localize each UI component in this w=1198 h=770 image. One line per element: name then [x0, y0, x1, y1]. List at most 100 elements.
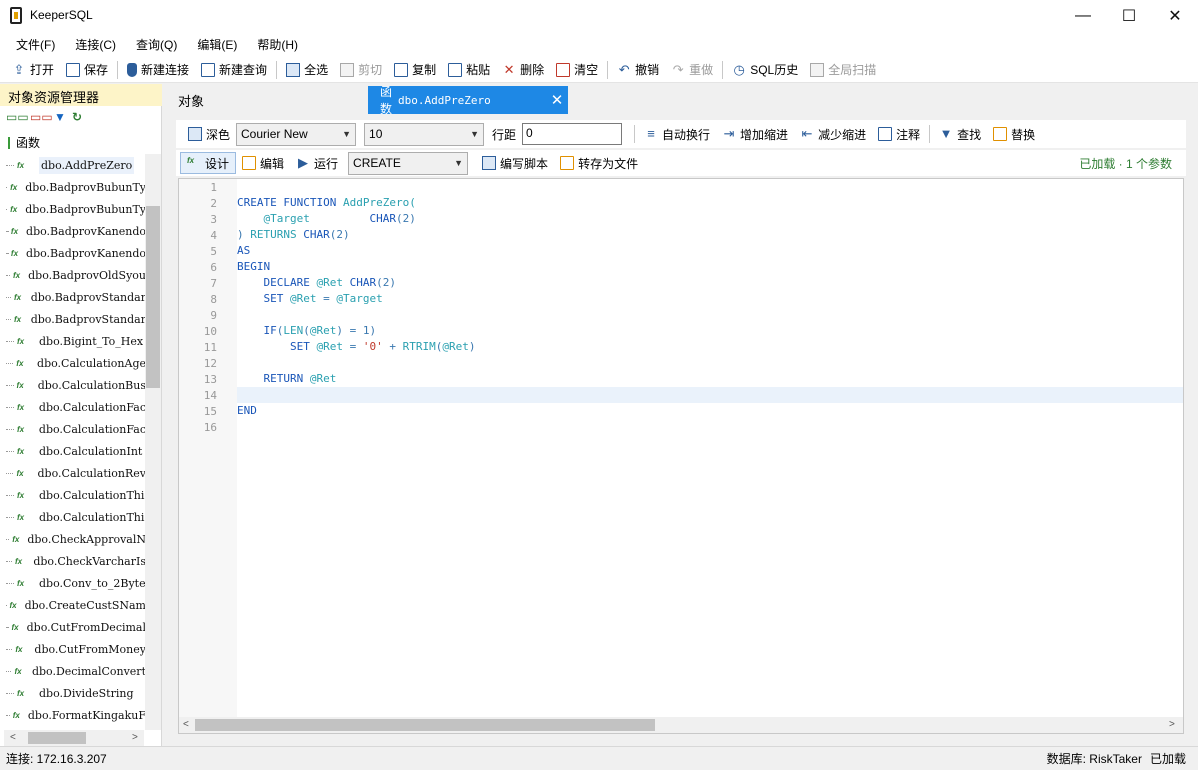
tree-item-function[interactable]: fx dbo.BadprovBubunTy: [6, 176, 146, 198]
function-icon: fx: [11, 622, 19, 632]
tree-item-function[interactable]: fx dbo.BadprovKanendo: [6, 220, 146, 242]
font-select[interactable]: Courier New ▼: [236, 122, 357, 146]
redo-button[interactable]: ↷ 重做: [665, 59, 719, 81]
word-wrap-button[interactable]: ≡ 自动换行: [638, 123, 716, 145]
delete-button[interactable]: ✕ 删除: [496, 59, 550, 81]
save-button[interactable]: 保存: [60, 59, 114, 81]
tree-item-function[interactable]: fx dbo.CalculationFac: [6, 396, 146, 418]
tree-horizontal-scrollbar[interactable]: < >: [4, 730, 144, 746]
decrease-indent-button[interactable]: ⇤ 减少缩进: [794, 123, 872, 145]
sql-history-button[interactable]: ◷ SQL历史: [726, 59, 804, 81]
replace-button[interactable]: 替换: [987, 123, 1041, 145]
maximize-button[interactable]: ☐: [1106, 0, 1152, 31]
font-size-select[interactable]: 10 ▼: [364, 122, 485, 146]
paste-button[interactable]: 粘贴: [442, 59, 496, 81]
tree-vertical-scrollbar[interactable]: [145, 154, 161, 730]
filter-icon[interactable]: ▼: [54, 111, 66, 123]
tree-item-function[interactable]: fx dbo.CutFromMoney: [6, 638, 146, 660]
tree-item-function[interactable]: fx dbo.CalculationInt: [6, 440, 146, 462]
tree-item-function[interactable]: fx dbo.BadprovKanendo: [6, 242, 146, 264]
open-button[interactable]: ⇪ 打开: [6, 59, 60, 81]
tree-item-function[interactable]: fx dbo.CalculationFac: [6, 418, 146, 440]
write-script-button[interactable]: 编写脚本: [476, 152, 554, 174]
tree-item-function[interactable]: fx dbo.Conv_to_2Byte: [6, 572, 146, 594]
tree-item-function[interactable]: fx dbo.CalculationAge: [6, 352, 146, 374]
tree-item-function[interactable]: fx dbo.DivideString: [6, 682, 146, 704]
scroll-left-icon[interactable]: <: [10, 732, 16, 743]
line-spacing-input[interactable]: 0: [522, 123, 623, 145]
scroll-right-icon[interactable]: >: [132, 732, 138, 743]
script-icon: [482, 156, 497, 170]
code-line: ) RETURNS CHAR(2): [237, 228, 350, 241]
menu-connection[interactable]: 连接(C): [65, 36, 126, 53]
comment-button[interactable]: 注释: [872, 123, 926, 145]
tree-item-label: dbo.BadprovStandar: [30, 290, 146, 304]
undo-button[interactable]: ↶ 撤销: [611, 59, 665, 81]
tree-item-function[interactable]: fx dbo.CheckApprovalN: [6, 528, 146, 550]
select-all-button[interactable]: 全选: [280, 59, 334, 81]
scroll-thumb[interactable]: [28, 732, 86, 744]
code-editor[interactable]: 1 2 3 4 5 6 7 8 9 10 11 12 13 14 15 16 CREATE FUNCTION …: [178, 178, 1184, 734]
save-file-icon: [560, 156, 575, 170]
global-scan-button[interactable]: 全局扫描: [804, 59, 882, 81]
tree-item-function[interactable]: fx dbo.CreateCustSNam: [6, 594, 146, 616]
scroll-left-icon[interactable]: <: [183, 719, 189, 730]
scroll-thumb[interactable]: [195, 719, 655, 731]
clear-button[interactable]: 清空: [550, 59, 604, 81]
menu-file[interactable]: 文件(F): [6, 36, 65, 53]
scroll-thumb[interactable]: [146, 206, 160, 388]
tree-item-function[interactable]: fx dbo.AddPreZero: [6, 154, 146, 176]
menu-edit[interactable]: 编辑(E): [187, 36, 247, 53]
object-explorer-panel: 对象资源管理器 ▭▭ ▭▭ ▼ ↻ 函数 fx dbo.AddPreZero fx d…: [0, 84, 162, 746]
editor-horizontal-scrollbar[interactable]: < >: [179, 717, 1183, 733]
tree-item-function[interactable]: fx dbo.Bigint_To_Hex: [6, 330, 146, 352]
cut-button[interactable]: 剪切: [334, 59, 388, 81]
tree-item-label: dbo.CreateCustSNam: [24, 598, 146, 612]
tree-item-function[interactable]: fx dbo.CheckVarcharIs: [6, 550, 146, 572]
refresh-icon[interactable]: ↻: [72, 111, 84, 123]
tab-function-editor[interactable]: 函数 dbo.AddPreZero ✕: [368, 85, 568, 116]
design-button[interactable]: fx 设计: [180, 152, 237, 174]
tree-item-function[interactable]: fx dbo.DecimalConvert: [6, 660, 146, 682]
new-connection-button[interactable]: 新建连接: [121, 59, 195, 81]
new-query-button[interactable]: 新建查询: [195, 59, 273, 81]
database-status: 数据库: RiskTaker: [1046, 752, 1142, 766]
code-area[interactable]: CREATE FUNCTION AddPreZero( @Target CHAR…: [237, 179, 1183, 717]
save-to-file-button[interactable]: 转存为文件: [554, 152, 644, 174]
close-tab-icon[interactable]: ✕: [551, 91, 564, 109]
minimize-button[interactable]: —: [1060, 0, 1106, 31]
increase-indent-button[interactable]: ⇥ 增加缩进: [716, 123, 794, 145]
scroll-right-icon[interactable]: >: [1169, 719, 1175, 730]
script-mode-select[interactable]: CREATE ▼: [348, 151, 469, 175]
tree-root-functions[interactable]: 函数: [8, 134, 40, 151]
tree-item-function[interactable]: fx dbo.CutFromDecimal: [6, 616, 146, 638]
find-button[interactable]: ▼ 查找: [933, 123, 987, 145]
tree-item-function[interactable]: fx dbo.BadprovStandar: [6, 308, 146, 330]
tree-connector: [6, 164, 14, 166]
tree-item-function[interactable]: fx dbo.BadprovOldSyou: [6, 264, 146, 286]
tree-item-function[interactable]: fx dbo.CalculationRev: [6, 462, 146, 484]
menu-help[interactable]: 帮助(H): [247, 36, 308, 53]
copy-button[interactable]: 复制: [388, 59, 442, 81]
tab-objects[interactable]: 对象: [166, 86, 366, 114]
function-icon: fx: [16, 424, 25, 434]
connect-icon[interactable]: ▭▭: [6, 111, 29, 123]
close-window-button[interactable]: ✕: [1152, 0, 1198, 31]
tree-item-label: dbo.CalculationInt: [39, 444, 143, 458]
disconnect-icon[interactable]: ▭▭: [30, 111, 53, 123]
menu-query[interactable]: 查询(Q): [126, 36, 187, 53]
tree-item-function[interactable]: fx dbo.BadprovStandar: [6, 286, 146, 308]
line-number: 14: [203, 389, 217, 402]
chevron-down-icon: ▼: [470, 129, 480, 139]
dark-theme-button[interactable]: 深色: [182, 123, 236, 145]
tree-item-function[interactable]: fx dbo.CalculationBus: [6, 374, 146, 396]
tree-item-label: dbo.Conv_to_2Byte: [39, 576, 146, 590]
tree-item-function[interactable]: fx dbo.FormatKingakuF: [6, 704, 146, 726]
tree-item-function[interactable]: fx dbo.CalculationThi: [6, 506, 146, 528]
code-line: BEGIN: [237, 260, 271, 273]
tree-item-function[interactable]: fx dbo.BadprovBubunTy: [6, 198, 146, 220]
code-line: AS: [237, 244, 251, 257]
run-button[interactable]: ▶ 运行: [290, 152, 344, 174]
edit-button[interactable]: 编辑: [236, 152, 290, 174]
tree-item-function[interactable]: fx dbo.CalculationThi: [6, 484, 146, 506]
